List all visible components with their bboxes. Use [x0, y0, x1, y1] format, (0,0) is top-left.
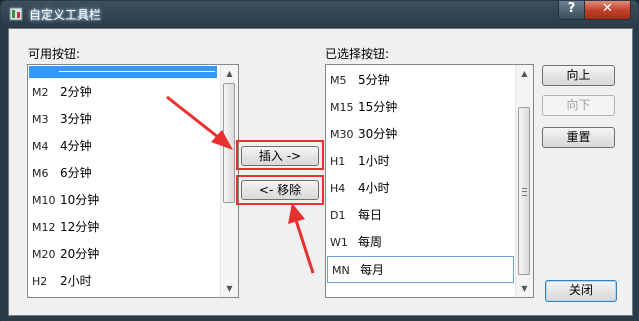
help-button[interactable]: ? — [558, 1, 585, 20]
app-icon — [9, 7, 23, 21]
window-close-button[interactable]: ✕ — [584, 1, 631, 20]
dialog-window: 自定义工具栏 ? ✕ 可用按钮: 已选择按钮: M2 2分钟 M3 3分钟 M4 4分… — [0, 0, 639, 321]
annotation-arrows — [166, 95, 315, 274]
red-arrow-to-insert-icon — [166, 95, 224, 143]
red-arrowhead-remove-icon — [288, 203, 305, 224]
red-arrow-to-remove-icon — [293, 216, 315, 274]
window-title: 自定义工具栏 — [29, 8, 102, 22]
title-bar[interactable]: 自定义工具栏 ? ✕ — [1, 1, 638, 27]
dialog-body: 可用按钮: 已选择按钮: M2 2分钟 M3 3分钟 M4 4分钟 M6 6分钟 M10… — [8, 28, 633, 316]
